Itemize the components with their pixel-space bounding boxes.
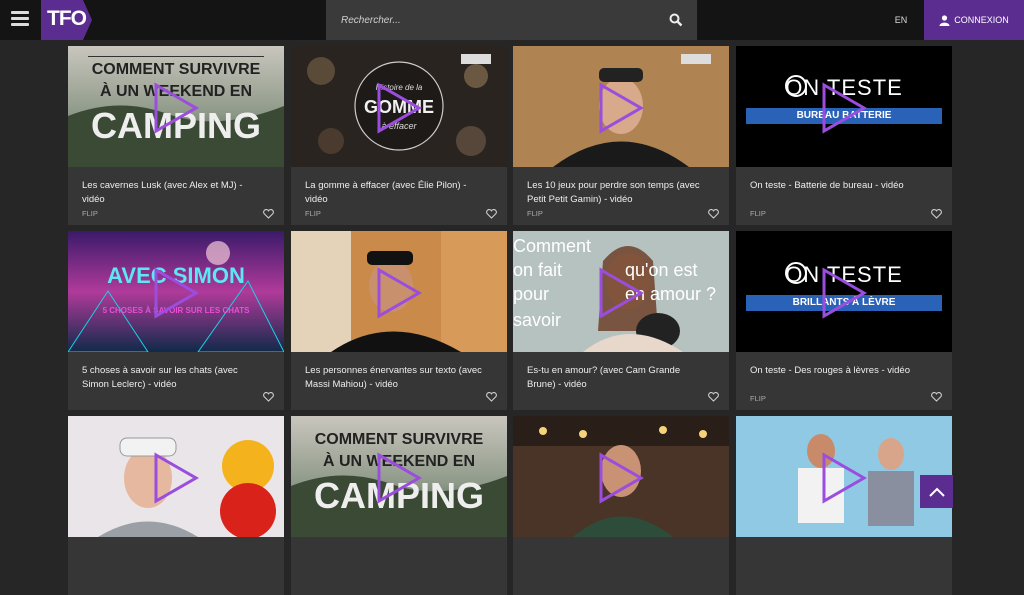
video-thumbnail: AVEC SIMON 5 CHOSES À SAVOIR SUR LES CHA… [68,231,284,352]
video-title: La gomme à effacer (avec Élie Pilon) - v… [305,180,467,205]
series-tag: FLIP [82,209,98,218]
video-title: Les 10 jeux pour perdre son temps (avec … [527,180,700,205]
overlay-line-2: on fait [513,260,563,280]
top-bar: TFO EN CONNEXION [0,0,1024,40]
heart-icon[interactable] [708,209,719,219]
video-title: 5 choses à savoir sur les chats (avec Si… [82,365,238,390]
video-card[interactable]: Comment on fait qu'on est pour en amour … [513,231,729,410]
series-tag: FLIP [305,209,321,218]
search-icon[interactable] [669,13,683,27]
play-icon [822,82,868,134]
series-tag: FLIP [750,209,766,218]
video-card[interactable]: COMMENT SURVIVRE À UN WEEKEND EN CAMPING… [68,46,284,225]
heart-icon[interactable] [931,392,942,402]
heart-icon[interactable] [263,209,274,219]
video-thumbnail: Histoire de la GOMME à effacer [291,46,507,167]
heart-icon[interactable] [931,209,942,219]
video-card[interactable]: Les personnes énervantes sur texto (avec… [291,231,507,410]
login-label: CONNEXION [954,15,1009,25]
video-thumbnail [68,416,284,537]
overlay-line-1: COMMENT SURVIVRE [91,61,261,78]
video-card[interactable]: AVEC SIMON 5 CHOSES À SAVOIR SUR LES CHA… [68,231,284,410]
video-thumbnail: Comment on fait qu'on est pour en amour … [513,231,729,352]
video-title: On teste - Batterie de bureau - vidéo [750,180,904,191]
play-icon [822,267,868,319]
play-icon [599,82,645,134]
user-icon [939,14,950,26]
series-tag: FLIP [750,394,766,403]
play-icon [154,82,200,134]
video-thumbnail: COMMENT SURVIVRE À UN WEEKEND EN CAMPING [68,46,284,167]
play-icon [599,267,645,319]
play-icon [377,452,423,504]
video-thumbnail [291,231,507,352]
play-icon [154,452,200,504]
video-card[interactable]: Les 10 jeux pour perdre son temps (avec … [513,46,729,225]
heart-icon[interactable] [486,392,497,402]
video-card[interactable]: COMMENT SURVIVRE À UN WEEKEND EN CAMPING [291,416,507,595]
hamburger-menu-icon[interactable] [11,11,29,27]
play-icon [377,267,423,319]
search-input[interactable] [326,0,656,40]
video-title: Les cavernes Lusk (avec Alex et MJ) - vi… [82,180,243,205]
heart-icon[interactable] [708,392,719,402]
search-bar [326,0,697,40]
video-title: On teste - Des rouges à lèvres - vidéo [750,365,910,376]
video-thumbnail: ON TESTE BRILLANTS À LÈVRE [736,231,952,352]
chevron-up-icon [928,487,945,497]
language-toggle[interactable]: EN [886,0,916,40]
logo-text: TFO [47,7,87,30]
overlay-line-1: COMMENT SURVIVRE [314,431,484,448]
video-card[interactable] [68,416,284,595]
video-thumbnail: COMMENT SURVIVRE À UN WEEKEND EN CAMPING [291,416,507,537]
play-icon [822,452,868,504]
video-card[interactable] [513,416,729,595]
video-thumbnail [513,46,729,167]
video-title: Les personnes énervantes sur texto (avec… [305,365,482,390]
overlay-line-1: Comment [513,236,592,256]
overlay-line-4: pour [513,284,550,304]
video-thumbnail: ON TESTE BUREAU BATTERIE [736,46,952,167]
video-card[interactable]: ON TESTE BRILLANTS À LÈVRE On teste - De… [736,231,952,410]
overlay-line-6: savoir [513,310,562,330]
play-icon [154,267,200,319]
video-card[interactable]: ON TESTE BUREAU BATTERIE On teste - Batt… [736,46,952,225]
login-button[interactable]: CONNEXION [924,0,1024,40]
play-icon [599,452,645,504]
video-card[interactable]: Histoire de la GOMME à effacer La gomme … [291,46,507,225]
back-to-top-button[interactable] [920,475,953,508]
play-icon [377,82,423,134]
video-thumbnail [513,416,729,537]
heart-icon[interactable] [263,392,274,402]
video-title: Es-tu en amour? (avec Cam Grande Brune) … [527,365,681,390]
series-tag: FLIP [527,209,543,218]
heart-icon[interactable] [486,209,497,219]
